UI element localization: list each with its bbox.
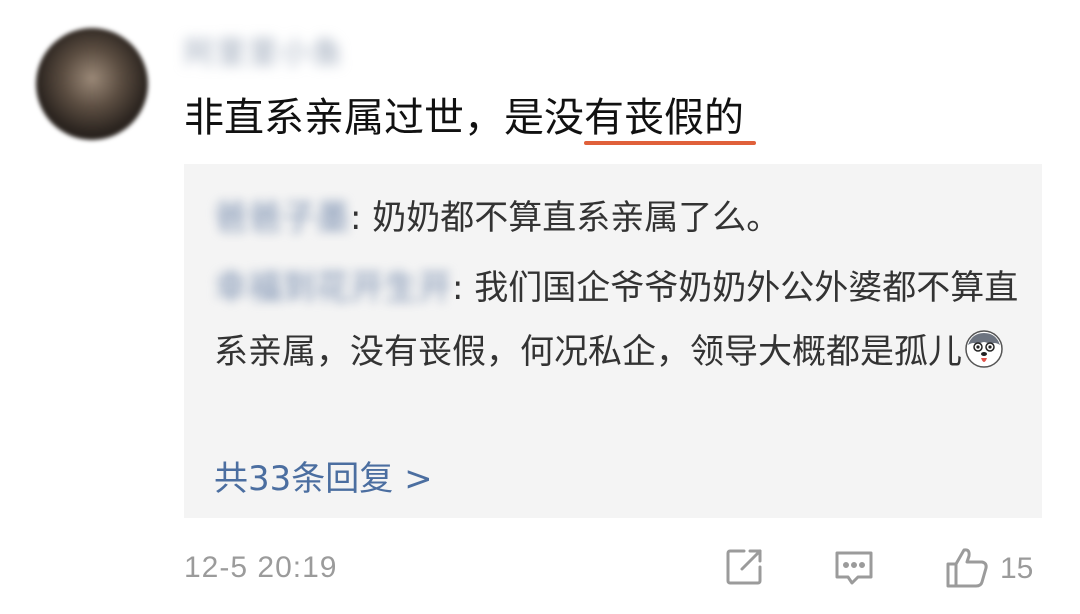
like-button[interactable]: 15 [944, 546, 1033, 592]
reply-separator: : [350, 198, 373, 238]
comment-icon [832, 545, 876, 593]
comment-author[interactable]: 阿里里小鱼 [184, 28, 344, 72]
reply-box[interactable]: 爸爸子墨: 奶奶都不算直系亲属了么。 幸福到花开生开: 我们国企爷爷奶奶外公外婆… [184, 164, 1042, 518]
thumbs-up-icon [944, 544, 990, 594]
reply-item: 爸爸子墨: 奶奶都不算直系亲属了么。 [214, 194, 780, 242]
reply-item: 幸福到花开生开: 我们国企爷爷奶奶外公外婆都不算直系亲属，没有丧假，何况私企，领… [214, 256, 1034, 384]
share-icon [722, 545, 766, 593]
comment-button[interactable] [832, 546, 878, 592]
comment-timestamp: 12-5 20:19 [184, 551, 338, 584]
reply-author[interactable]: 幸福到花开生开 [214, 256, 452, 320]
share-button[interactable] [722, 546, 768, 592]
like-count: 15 [1000, 552, 1034, 585]
view-more-replies-link[interactable]: 共33条回复 > [214, 451, 433, 500]
reply-separator: : [452, 268, 475, 308]
highlight-underline [584, 141, 756, 145]
comment-text: 非直系亲属过世，是没有丧假的 [184, 95, 744, 141]
reply-text: 奶奶都不算直系亲属了么。 [372, 198, 781, 238]
user-avatar[interactable] [36, 28, 148, 140]
reply-author[interactable]: 爸爸子墨 [214, 194, 350, 242]
husky-emoji-icon [964, 326, 1004, 368]
